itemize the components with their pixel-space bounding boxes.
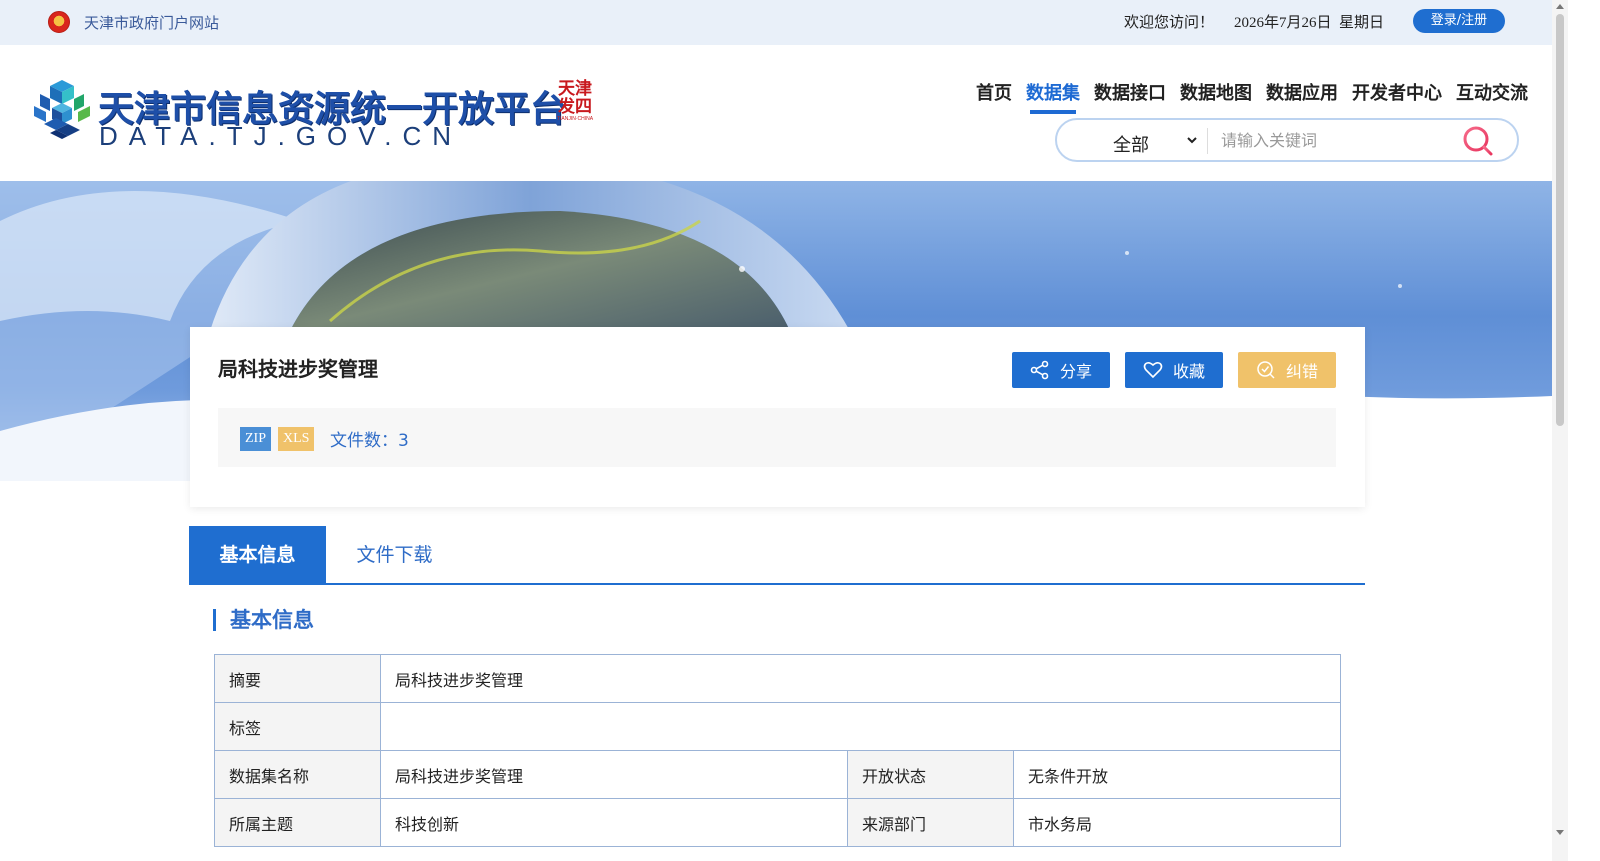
page: 天津市政府门户网站 欢迎您访问！ 2026年7月26日 星期日 登录/注册 天津… [0,0,1600,861]
share-button[interactable]: 分享 [1012,352,1110,388]
nav-developer-center[interactable]: 开发者中心 [1352,79,1442,105]
summary-label: 摘要 [214,654,381,703]
tab-basic-info[interactable]: 基本信息 [189,526,326,584]
summary-value: 局科技进步奖管理 [380,654,1341,703]
dataset-name-value: 局科技进步奖管理 [380,750,848,799]
platform-domain: DATA.TJ.GOV.CN [99,121,462,151]
welcome-text: 欢迎您访问！ [1124,13,1215,31]
format-badge-zip: ZIP [240,427,271,451]
format-badge-xls: XLS [278,427,315,451]
open-status-label: 开放状态 [847,750,1014,799]
nav-interaction[interactable]: 互动交流 [1456,79,1528,105]
scrollbar-thumb[interactable] [1556,14,1564,426]
theme-label: 所属主题 [214,798,381,847]
current-date: 2026年7月26日 星期日 [1234,15,1385,31]
table-row: 数据集名称 局科技进步奖管理 开放状态 无条件开放 [214,750,1341,799]
source-dept-label: 来源部门 [847,798,1014,847]
table-row: 标签 [214,702,1341,751]
main-nav: 首页 数据集 数据接口 数据地图 数据应用 开发者中心 互动交流 [976,79,1542,114]
national-emblem-icon [48,11,70,33]
page-scrollbar[interactable] [1552,0,1568,861]
basic-info-panel: 基本信息 摘要 局科技进步奖管理 标签 数据集名称 局科技进步奖管理 开放状态 … [189,585,1365,861]
file-count: 文件数：3 [330,431,409,451]
platform-logo-icon[interactable] [30,78,94,142]
tags-value [380,702,1341,751]
nav-data-apps[interactable]: 数据应用 [1266,79,1338,105]
top-bar: 天津市政府门户网站 欢迎您访问！ 2026年7月26日 星期日 登录/注册 [0,0,1552,45]
tags-label: 标签 [214,702,381,751]
section-title: 基本信息 [213,609,314,631]
seal-text-2: 发 [558,97,575,117]
tianjin-seal-icon: 天津 发四 TIANJIN·CHINA [553,80,597,128]
dataset-meta: ZIP XLS 文件数：3 [218,408,1336,467]
search-icon[interactable] [1461,124,1495,158]
tab-file-download[interactable]: 文件下载 [326,526,463,584]
correction-icon [1257,361,1275,379]
dataset-title: 局科技进步奖管理 [218,357,378,381]
scroll-up-arrow-icon[interactable] [1556,4,1564,9]
dataset-name-label: 数据集名称 [214,750,381,799]
seal-text-4: TIANJIN·CHINA [556,116,594,122]
detail-tabs: 基本信息 文件下载 [189,526,1365,585]
favorite-button[interactable]: 收藏 [1125,352,1223,388]
search-bar: 全部 [1055,118,1519,162]
open-status-value: 无条件开放 [1013,750,1341,799]
login-register-button[interactable]: 登录/注册 [1413,9,1505,33]
chevron-down-icon[interactable] [1185,133,1199,147]
seal-text-1: 天津 [558,79,592,99]
report-error-label: 纠错 [1285,362,1318,381]
info-table: 摘要 局科技进步奖管理 标签 数据集名称 局科技进步奖管理 开放状态 无条件开放… [214,654,1341,847]
report-error-button[interactable]: 纠错 [1238,352,1336,388]
source-dept-value: 市水务局 [1013,798,1341,847]
share-label: 分享 [1059,362,1092,381]
nav-datasets[interactable]: 数据集 [1026,79,1080,114]
scroll-down-arrow-icon[interactable] [1556,830,1564,835]
search-category-select[interactable]: 全部 [1113,131,1149,157]
table-row: 摘要 局科技进步奖管理 [214,654,1341,703]
gov-portal-link[interactable]: 天津市政府门户网站 [84,12,219,33]
table-row: 所属主题 科技创新 来源部门 市水务局 [214,798,1341,847]
nav-data-api[interactable]: 数据接口 [1094,79,1166,105]
site-header: 天津市信息资源统一开放平台 DATA.TJ.GOV.CN 天津 发四 TIANJ… [0,45,1552,181]
dataset-card: 局科技进步奖管理 分享 收藏 纠错 ZIP XLS 文件数：3 [190,327,1365,507]
seal-text-3: 四 [575,97,592,117]
share-icon [1030,360,1049,380]
favorite-label: 收藏 [1172,362,1205,381]
nav-data-map[interactable]: 数据地图 [1180,79,1252,105]
nav-home[interactable]: 首页 [976,79,1012,105]
search-input[interactable] [1221,125,1451,155]
heart-icon [1143,361,1163,379]
theme-value: 科技创新 [380,798,848,847]
search-divider [1207,128,1208,154]
